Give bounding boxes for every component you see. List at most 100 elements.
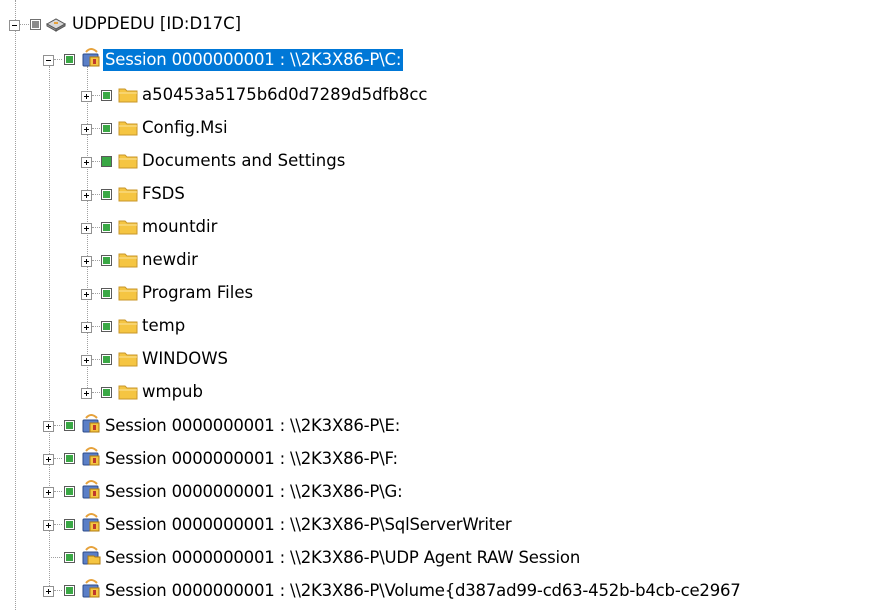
tree-connector-line: [92, 260, 100, 261]
tree-connector-line: [92, 326, 100, 327]
tree-row-session[interactable]: Session 0000000001 : \\2K3X86-P\F:: [0, 443, 889, 476]
checkbox[interactable]: [64, 519, 75, 530]
tree-row-session[interactable]: Session 0000000001 : \\2K3X86-P\SqlServe…: [0, 509, 889, 542]
tree-row-session[interactable]: Session 0000000001 : \\2K3X86-P\UDP Agen…: [0, 542, 889, 575]
tree-connector-line: [49, 557, 62, 558]
checkbox[interactable]: [101, 255, 112, 266]
checkbox[interactable]: [64, 585, 75, 596]
expand-toggle[interactable]: [43, 586, 54, 597]
tree-row-folder[interactable]: FSDS: [0, 179, 889, 212]
tree-label: newdir: [142, 250, 198, 269]
tree-row-session-c[interactable]: Session 0000000001 : \\2K3X86-P\C:: [0, 44, 889, 77]
tree-connector-line: [54, 524, 62, 525]
tree-label: Session 0000000001 : \\2K3X86-P\UDP Agen…: [105, 548, 581, 567]
expand-toggle[interactable]: [81, 322, 92, 333]
tree-connector-line: [54, 425, 62, 426]
tree-row-session[interactable]: Session 0000000001 : \\2K3X86-P\E:: [0, 410, 889, 443]
session-icon: [80, 413, 102, 435]
tree-row-folder[interactable]: temp: [0, 311, 889, 344]
checkbox[interactable]: [64, 54, 75, 65]
expand-toggle[interactable]: [43, 454, 54, 465]
collapse-toggle[interactable]: [43, 55, 54, 66]
tree-connector-line: [92, 95, 100, 96]
tree-row-folder[interactable]: WINDOWS: [0, 344, 889, 377]
tree-row-folder[interactable]: Config.Msi: [0, 113, 889, 146]
tree-label: wmpub: [142, 382, 203, 401]
checkbox[interactable]: [101, 288, 112, 299]
checkbox[interactable]: [64, 486, 75, 497]
tree-connector-line: [92, 128, 100, 129]
tree-connector-line: [92, 227, 100, 228]
folder-icon: [118, 86, 138, 103]
checkbox[interactable]: [101, 222, 112, 233]
session-icon: [80, 578, 102, 600]
tree-row-session[interactable]: Session 0000000001 : \\2K3X86-P\Volume{d…: [0, 575, 889, 608]
tree-label: Session 0000000001 : \\2K3X86-P\G:: [105, 482, 403, 501]
expand-toggle[interactable]: [81, 256, 92, 267]
expand-toggle[interactable]: [81, 388, 92, 399]
collapse-toggle[interactable]: [9, 20, 20, 31]
tree-label: FSDS: [142, 184, 185, 203]
folder-icon: [118, 119, 138, 136]
expand-toggle[interactable]: [43, 487, 54, 498]
folder-icon: [118, 383, 138, 400]
expand-toggle[interactable]: [81, 91, 92, 102]
expand-toggle[interactable]: [81, 190, 92, 201]
folder-icon: [118, 218, 138, 235]
expand-toggle[interactable]: [81, 157, 92, 168]
session-icon: [80, 512, 102, 534]
tree-label: Session 0000000001 : \\2K3X86-P\Volume{d…: [105, 581, 741, 600]
expand-toggle[interactable]: [43, 421, 54, 432]
folder-icon: [118, 251, 138, 268]
checkbox[interactable]: [101, 387, 112, 398]
tree-row-root[interactable]: UDPDEDU [ID:D17C]: [0, 8, 889, 41]
expand-toggle[interactable]: [81, 124, 92, 135]
folder-icon: [118, 350, 138, 367]
tree-row-session[interactable]: Session 0000000001 : \\2K3X86-P\G:: [0, 476, 889, 509]
folder-icon: [118, 185, 138, 202]
tree-connector-line: [20, 24, 29, 25]
tree-row-folder[interactable]: newdir: [0, 245, 889, 278]
checkbox[interactable]: [101, 354, 112, 365]
tree-label: mountdir: [142, 217, 218, 236]
tree-label: Session 0000000001 : \\2K3X86-P\C:: [103, 49, 404, 71]
tree-label: Program Files: [142, 283, 254, 302]
expand-toggle[interactable]: [81, 223, 92, 234]
tree-connector-line: [92, 293, 100, 294]
tree-connector-line: [54, 59, 62, 60]
tree-connector-line: [54, 491, 62, 492]
open-folder-session-icon: [80, 545, 102, 567]
tree-label: Config.Msi: [142, 118, 228, 137]
tree-connector-line: [92, 161, 100, 162]
folder-icon: [118, 284, 138, 301]
session-icon: [80, 446, 102, 468]
tree-row-folder[interactable]: a50453a5175b6d0d7289d5dfb8cc: [0, 80, 889, 113]
tree-label: Session 0000000001 : \\2K3X86-P\SqlServe…: [105, 515, 512, 534]
checkbox[interactable]: [101, 321, 112, 332]
expand-toggle[interactable]: [43, 520, 54, 531]
tree-row-folder[interactable]: Program Files: [0, 278, 889, 311]
session-icon: [80, 479, 102, 501]
tree-connector-line: [92, 194, 100, 195]
tree-label: UDPDEDU [ID:D17C]: [72, 14, 242, 33]
checkbox[interactable]: [64, 420, 75, 431]
recovery-point-tree: UDPDEDU [ID:D17C] Session 0000000001 : \…: [0, 0, 889, 610]
tree-label: a50453a5175b6d0d7289d5dfb8cc: [142, 85, 428, 104]
checkbox[interactable]: [101, 90, 112, 101]
tree-row-folder[interactable]: Documents and Settings: [0, 146, 889, 179]
checkbox[interactable]: [101, 189, 112, 200]
tree-row-folder[interactable]: mountdir: [0, 212, 889, 245]
expand-toggle[interactable]: [81, 355, 92, 366]
checkbox[interactable]: [64, 453, 75, 464]
tree-connector-line: [92, 392, 100, 393]
checkbox[interactable]: [30, 19, 41, 30]
checkbox[interactable]: [101, 123, 112, 134]
checkbox[interactable]: [101, 156, 112, 167]
checkbox[interactable]: [64, 552, 75, 563]
tree-connector-line: [54, 590, 62, 591]
session-icon: [80, 47, 102, 69]
tree-row-folder[interactable]: wmpub: [0, 377, 889, 410]
expand-toggle[interactable]: [81, 289, 92, 300]
tree-connector-line: [92, 359, 100, 360]
folder-icon: [118, 317, 138, 334]
